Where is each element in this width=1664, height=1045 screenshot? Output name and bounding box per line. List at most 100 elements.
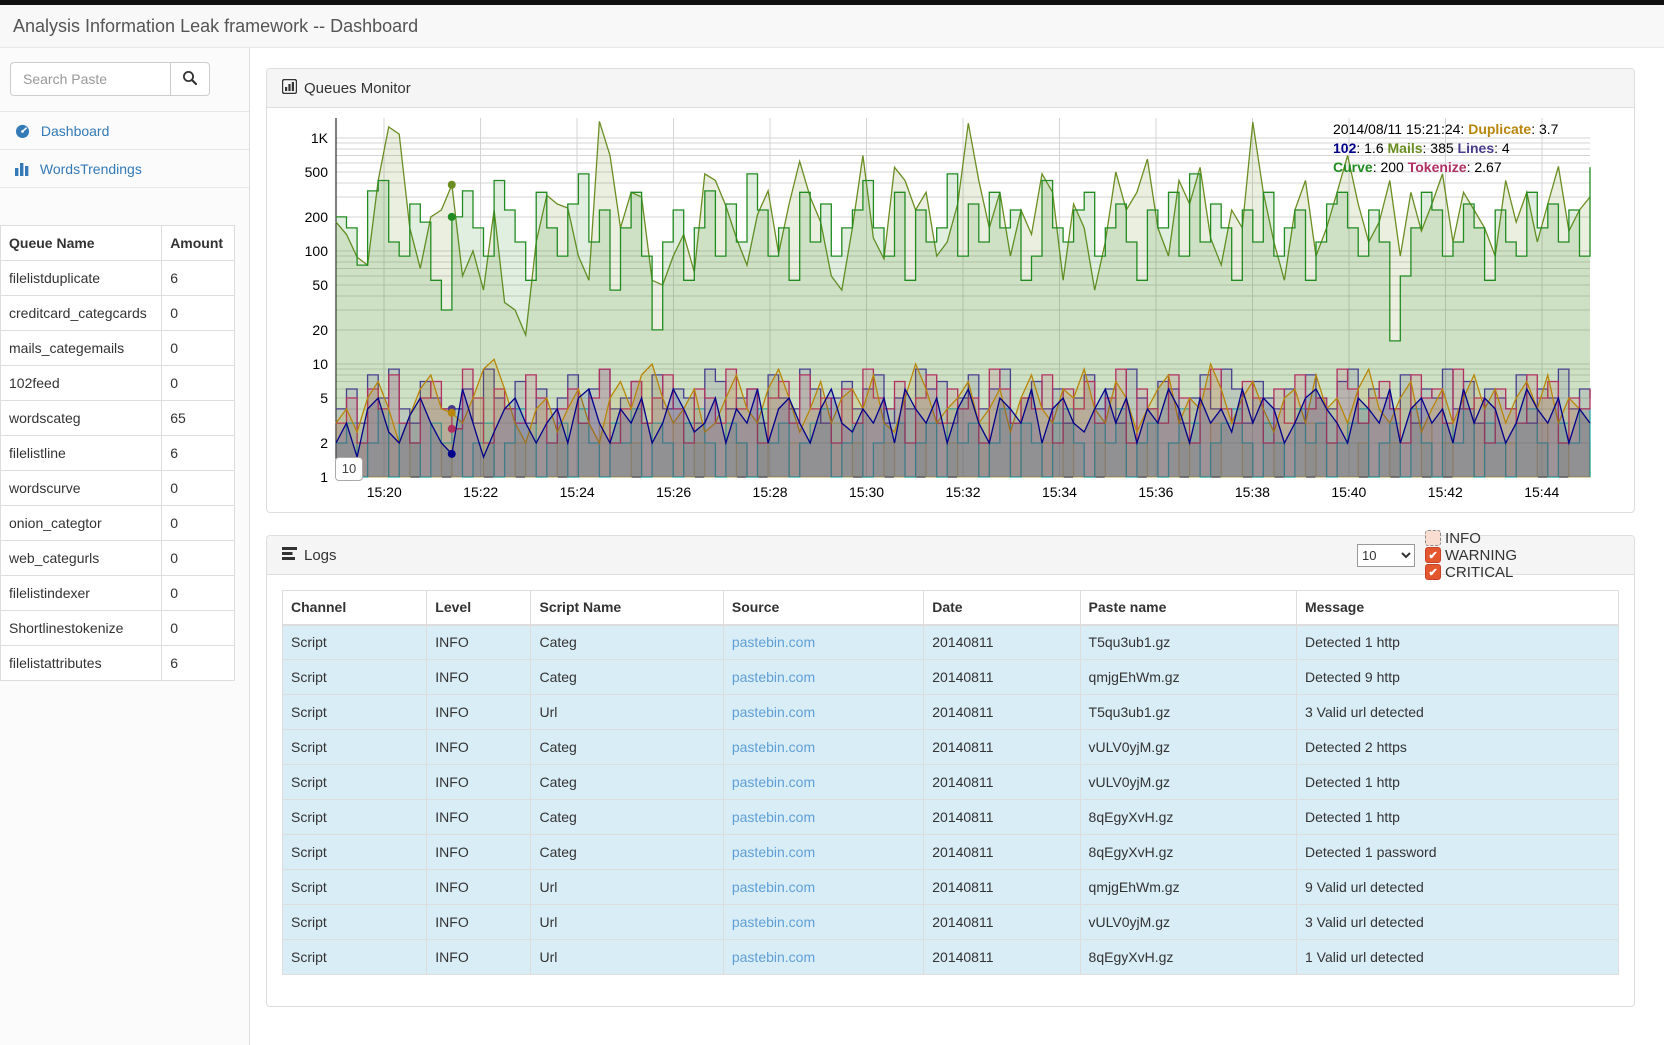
log-cell-channel: Script [283, 870, 427, 905]
queues-monitor-title: Queues Monitor [304, 80, 411, 97]
log-cell-paste-name: qmjgEhWm.gz [1080, 870, 1296, 905]
log-cell-channel: Script [283, 800, 427, 835]
log-cell-date: 20140811 [924, 800, 1080, 835]
log-cell-paste-name: 8qEgyXvH.gz [1080, 940, 1296, 975]
logs-column-header: Channel [283, 591, 427, 625]
logs-controls: 10 INFO✔WARNING✔CRITICAL [1357, 530, 1527, 581]
legend-text: : 200 [1373, 159, 1408, 175]
filter-critical[interactable]: ✔CRITICAL [1425, 564, 1517, 581]
svg-text:15:36: 15:36 [1138, 484, 1173, 500]
source-link[interactable]: pastebin.com [732, 739, 815, 755]
checked-checkbox-icon[interactable]: ✔ [1425, 547, 1441, 563]
log-cell-level: INFO [427, 870, 531, 905]
svg-text:15:38: 15:38 [1235, 484, 1270, 500]
search-button[interactable] [170, 62, 210, 96]
source-link[interactable]: pastebin.com [732, 774, 815, 790]
queue-table-row: filelistduplicate6 [1, 261, 235, 296]
svg-text:15:20: 15:20 [367, 484, 402, 500]
sidebar-nav: Dashboard WordsTrendings [0, 111, 249, 188]
log-cell-source: pastebin.com [723, 695, 923, 730]
log-cell-message: Detected 9 http [1296, 660, 1618, 695]
filter-warning[interactable]: ✔WARNING [1425, 547, 1517, 564]
queue-amount-cell: 0 [162, 576, 235, 611]
source-link[interactable]: pastebin.com [732, 669, 815, 685]
log-cell-paste-name: 8qEgyXvH.gz [1080, 835, 1296, 870]
chart-legend-line: Curve: 200 Tokenize: 2.67 [1333, 158, 1571, 177]
log-cell-paste-name: 8qEgyXvH.gz [1080, 800, 1296, 835]
navbar: Analysis Information Leak framework -- D… [0, 5, 1664, 48]
chart-range-selector-value[interactable]: 10 [335, 457, 363, 481]
log-row: ScriptINFOCategpastebin.com20140811T5qu3… [283, 625, 1619, 660]
log-cell-date: 20140811 [924, 940, 1080, 975]
queue-table-header-amount: Amount [162, 226, 235, 261]
logs-column-header: Source [723, 591, 923, 625]
checked-checkbox-icon[interactable]: ✔ [1425, 564, 1441, 580]
log-cell-date: 20140811 [924, 870, 1080, 905]
log-cell-level: INFO [427, 660, 531, 695]
svg-text:500: 500 [305, 164, 329, 180]
legend-text: : 385 [1423, 140, 1458, 156]
log-row: ScriptINFOCategpastebin.com20140811vULV0… [283, 730, 1619, 765]
log-cell-source: pastebin.com [723, 870, 923, 905]
search-icon [182, 70, 198, 89]
log-row: ScriptINFOUrlpastebin.com20140811vULV0yj… [283, 905, 1619, 940]
log-cell-channel: Script [283, 695, 427, 730]
filter-info[interactable]: INFO [1425, 530, 1517, 547]
queue-amount-cell: 0 [162, 541, 235, 576]
source-link[interactable]: pastebin.com [732, 844, 815, 860]
source-link[interactable]: pastebin.com [732, 949, 815, 965]
queue-name-cell: wordscurve [1, 471, 162, 506]
log-cell-message: Detected 1 http [1296, 800, 1618, 835]
log-cell-script-name: Url [531, 870, 723, 905]
queue-table: Queue Name Amount filelistduplicate6cred… [0, 225, 235, 681]
log-cell-level: INFO [427, 765, 531, 800]
queue-table-header-name: Queue Name [1, 226, 162, 261]
unchecked-checkbox-icon[interactable] [1425, 530, 1441, 546]
queue-table-row: wordscurve0 [1, 471, 235, 506]
page-size-select[interactable]: 10 [1357, 544, 1415, 567]
svg-text:5: 5 [320, 390, 328, 406]
legend-series-name: Lines [1458, 140, 1495, 156]
queue-table-row: web_categurls0 [1, 541, 235, 576]
log-cell-script-name: Categ [531, 660, 723, 695]
queue-table-row: filelistindexer0 [1, 576, 235, 611]
queue-name-cell: filelistline [1, 436, 162, 471]
source-link[interactable]: pastebin.com [732, 879, 815, 895]
main-content: Queues Monitor 15:2015:2215:2415:2615:28… [266, 48, 1635, 1007]
logs-column-header: Date [924, 591, 1080, 625]
log-cell-level: INFO [427, 730, 531, 765]
log-cell-message: Detected 1 http [1296, 625, 1618, 660]
queue-table-row: mails_categemails0 [1, 331, 235, 366]
queue-table-row: wordscateg65 [1, 401, 235, 436]
log-cell-level: INFO [427, 695, 531, 730]
source-link[interactable]: pastebin.com [732, 704, 815, 720]
log-cell-paste-name: vULV0yjM.gz [1080, 730, 1296, 765]
filter-label: WARNING [1445, 547, 1517, 564]
log-row: ScriptINFOUrlpastebin.com20140811T5qu3ub… [283, 695, 1619, 730]
source-link[interactable]: pastebin.com [732, 914, 815, 930]
log-cell-channel: Script [283, 730, 427, 765]
source-link[interactable]: pastebin.com [732, 634, 815, 650]
log-cell-script-name: Url [531, 905, 723, 940]
log-row: ScriptINFOUrl pastebin.com 20140811qmjgEhW… [283, 870, 1619, 905]
source-link[interactable]: pastebin.com [732, 809, 815, 825]
log-cell-script-name: Categ [531, 625, 723, 660]
filter-label: CRITICAL [1445, 564, 1513, 581]
log-cell-script-name: Url [531, 695, 723, 730]
queue-name-cell: creditcard_categcards [1, 296, 162, 331]
log-cell-message: 3 Valid url detected [1296, 905, 1618, 940]
svg-text:15:34: 15:34 [1042, 484, 1077, 500]
legend-text: 2014/08/11 15:21:24: [1333, 121, 1468, 137]
legend-text: : 3.7 [1531, 121, 1558, 137]
legend-series-name: 102 [1333, 140, 1356, 156]
log-cell-level: INFO [427, 800, 531, 835]
queue-name-cell: 102feed [1, 366, 162, 401]
page-title: Analysis Information Leak framework -- D… [13, 16, 418, 37]
logs-table: ChannelLevelScript NameSourceDatePaste n… [282, 590, 1619, 975]
search-input[interactable] [10, 62, 170, 96]
sidebar-item-dashboard[interactable]: Dashboard [0, 112, 249, 150]
log-cell-script-name: Categ [531, 835, 723, 870]
sidebar-item-wordstrendings[interactable]: WordsTrendings [0, 150, 249, 188]
svg-text:50: 50 [312, 277, 328, 293]
logs-title: Logs [304, 547, 337, 564]
